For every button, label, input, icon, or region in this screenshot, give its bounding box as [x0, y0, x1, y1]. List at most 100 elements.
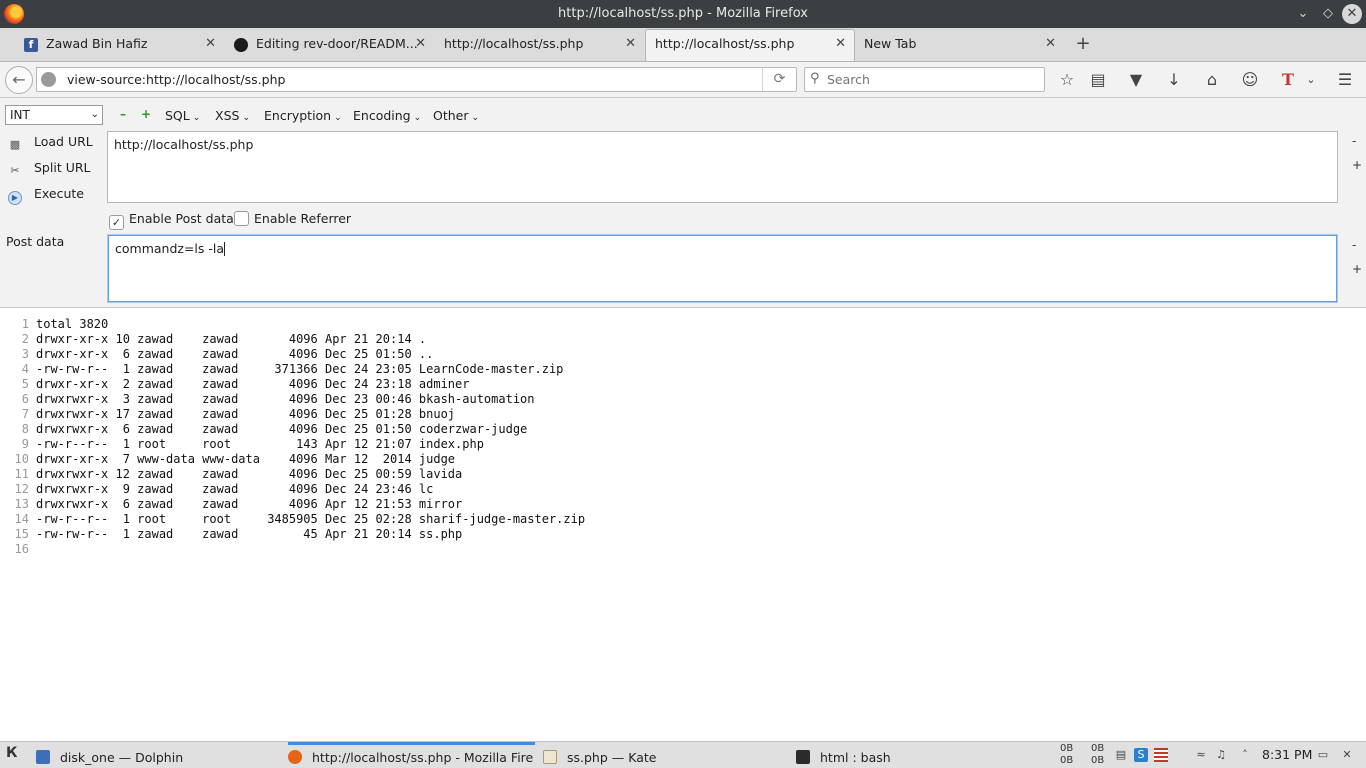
tab-github[interactable]: Editing rev-door/READM... ✕ [230, 30, 434, 62]
url-bar[interactable]: view-source:http://localhost/ss.php ⟳ [36, 67, 797, 92]
volume-icon[interactable]: ♫ [1214, 748, 1228, 762]
close-tab-icon[interactable]: ✕ [625, 30, 636, 58]
clock[interactable]: 8:31 PM [1262, 747, 1312, 762]
tab-facebook[interactable]: f Zawad Bin Hafiz ✕ [20, 30, 224, 62]
net-down-value: 0B [1091, 755, 1105, 766]
chevron-down-icon: ⌄ [242, 113, 250, 123]
hackbar-panel: INT ⌄ – + SQL ⌄ XSS ⌄ Encryption ⌄ Encoding… [0, 98, 1366, 308]
home-icon[interactable]: ⌂ [1201, 69, 1223, 91]
line-text: drwxrwxr-x 6 zawad zawad 4096 Apr 12 21:… [36, 497, 463, 511]
minimize-icon[interactable]: ⌄ [1294, 5, 1312, 23]
menu-label: SQL [165, 108, 190, 123]
maximize-icon[interactable]: ◇ [1319, 5, 1337, 23]
tab-label: http://localhost/ss.php [655, 36, 795, 51]
chevron-down-icon: ⌄ [192, 113, 201, 123]
close-tab-icon[interactable]: ✕ [1045, 30, 1056, 58]
line-number: 3 [21, 347, 29, 361]
line-number: 1 [21, 317, 29, 331]
play-icon: ▶ [8, 191, 22, 205]
execute-button[interactable]: ▶ Execute [8, 186, 84, 205]
reload-icon[interactable]: ⟳ [762, 68, 796, 91]
tab-label: Zawad Bin Hafiz [46, 36, 148, 51]
translate-extension-icon[interactable]: T [1277, 69, 1299, 91]
post-data-label: Post data [6, 234, 65, 249]
chevron-up-icon[interactable]: ˄ [1238, 748, 1252, 762]
chevron-down-icon: ⌄ [334, 113, 342, 123]
menu-label: XSS [215, 108, 240, 123]
lock-screen-icon[interactable]: ✕ [1340, 748, 1354, 762]
terminal-icon [796, 750, 810, 764]
post-grow-button[interactable]: + [1352, 262, 1362, 276]
tab-new-tab[interactable]: New Tab ✕ [844, 30, 1064, 62]
other-menu[interactable]: Other ⌄ [433, 108, 479, 123]
show-desktop-icon[interactable]: ▭ [1316, 748, 1330, 762]
network-monitor-1: 0B 0B [1060, 743, 1073, 767]
task-kate[interactable]: ss.php — Kate [543, 742, 790, 768]
line-text: drwxr-xr-x 6 zawad zawad 4096 Dec 25 01:… [36, 347, 434, 361]
enable-post-checkbox[interactable]: ✓ Enable Post data [109, 211, 234, 230]
encoding-menu[interactable]: Encoding ⌄ [353, 108, 421, 123]
pocket-icon[interactable]: ▼ [1125, 69, 1147, 91]
source-line: 14 -rw-r--r-- 1 root root 3485905 Dec 25 … [0, 512, 1366, 527]
hello-chat-icon[interactable]: ☺ [1239, 69, 1261, 91]
facebook-icon: f [24, 38, 38, 52]
source-line: 1 total 3820 [0, 317, 1366, 332]
split-url-button[interactable]: ✂ Split URL [8, 160, 90, 178]
url-textarea-value: http://localhost/ss.php [114, 137, 254, 152]
download-icon[interactable]: ↓ [1163, 69, 1185, 91]
checkbox-label: Enable Post data [129, 211, 234, 226]
reader-list-icon[interactable]: ▤ [1087, 69, 1109, 91]
hamburger-menu-icon[interactable]: ☰ [1334, 69, 1356, 91]
close-window-button[interactable]: ✕ [1342, 4, 1362, 24]
url-shrink-button[interactable]: - [1352, 134, 1356, 148]
hackbar-type-select[interactable]: INT ⌄ [5, 105, 103, 125]
line-number: 15 [14, 527, 29, 541]
tab-localhost-active[interactable]: http://localhost/ss.php ✕ [645, 29, 855, 61]
increment-icon[interactable]: + [140, 108, 152, 120]
load-url-button[interactable]: ▩ Load URL [8, 134, 93, 152]
clipboard-icon[interactable]: ▤ [1114, 748, 1128, 762]
application-launcher-icon[interactable]: К [6, 745, 17, 761]
system-taskbar: К disk_one — Dolphin http://localhost/ss… [0, 741, 1366, 768]
chevron-down-icon[interactable]: ⌄ [1300, 69, 1322, 91]
wifi-icon[interactable]: ≈ [1194, 748, 1208, 762]
chevron-down-icon: ⌄ [413, 113, 422, 123]
tab-strip: f Zawad Bin Hafiz ✕ Editing rev-door/REA… [0, 28, 1366, 62]
url-text[interactable]: view-source:http://localhost/ss.php [67, 72, 285, 87]
source-line: 6 drwxrwxr-x 3 zawad zawad 4096 Dec 23 00… [0, 392, 1366, 407]
task-bash[interactable]: html : bash [796, 742, 1043, 768]
post-data-textarea[interactable]: commandz=ls -la [108, 235, 1337, 302]
net-down-value: 0B [1060, 755, 1074, 766]
task-dolphin[interactable]: disk_one — Dolphin [36, 742, 283, 768]
search-box[interactable]: ⚲ [804, 67, 1045, 92]
github-icon [234, 38, 248, 52]
tab-label: http://localhost/ss.php [444, 36, 584, 51]
post-shrink-button[interactable]: - [1352, 238, 1356, 252]
network-monitor-2: 0B 0B [1091, 743, 1104, 767]
source-line: 9 -rw-r--r-- 1 root root 143 Apr 12 21:07… [0, 437, 1366, 452]
menu-label: Encoding [353, 108, 411, 123]
tab-localhost-1[interactable]: http://localhost/ss.php ✕ [424, 30, 644, 62]
task-firefox[interactable]: http://localhost/ss.php - Mozilla Fire [288, 742, 535, 768]
back-button[interactable]: ← [5, 66, 33, 94]
sql-menu[interactable]: SQL ⌄ [165, 108, 200, 123]
source-line: 8 drwxrwxr-x 6 zawad zawad 4096 Dec 25 01… [0, 422, 1366, 437]
line-number: 16 [14, 542, 29, 556]
select-value: INT [10, 108, 30, 122]
enable-referrer-checkbox[interactable]: Enable Referrer [234, 211, 351, 226]
decrement-icon[interactable]: – [117, 108, 129, 120]
line-number: 13 [14, 497, 29, 511]
new-tab-button[interactable]: + [1074, 30, 1092, 58]
skype-icon[interactable]: S [1134, 748, 1148, 762]
search-input[interactable] [827, 71, 1037, 88]
url-grow-button[interactable]: + [1352, 158, 1362, 172]
kate-icon [543, 750, 557, 764]
xss-menu[interactable]: XSS ⌄ [215, 108, 250, 123]
line-number: 14 [14, 512, 29, 526]
url-textarea[interactable]: http://localhost/ss.php [107, 131, 1338, 203]
line-text: -rw-rw-r-- 1 zawad zawad 45 Apr 21 20:14… [36, 527, 463, 541]
keyboard-layout-us-flag-icon[interactable] [1154, 748, 1168, 762]
bookmark-star-icon[interactable]: ☆ [1056, 69, 1078, 91]
close-tab-icon[interactable]: ✕ [205, 30, 216, 58]
encryption-menu[interactable]: Encryption ⌄ [264, 108, 342, 123]
